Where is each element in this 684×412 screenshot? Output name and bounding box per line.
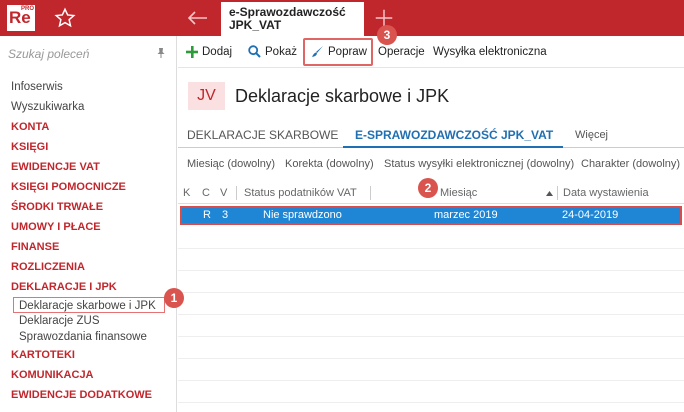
callout-badge-1: 1 bbox=[164, 288, 184, 308]
view-tabs: DEKLARACJE SKARBOWE E-SPRAWOZDAWCZOŚĆ JP… bbox=[178, 122, 684, 148]
column-separator bbox=[370, 186, 371, 200]
plus-icon bbox=[186, 46, 198, 58]
app-logo[interactable]: Re PRO bbox=[7, 5, 35, 31]
cell-v: 3 bbox=[222, 209, 229, 221]
cell-issue-date: 24-04-2019 bbox=[562, 209, 619, 221]
edit-button[interactable]: Popraw bbox=[311, 44, 367, 60]
empty-row bbox=[178, 271, 684, 293]
col-month[interactable]: Miesiąc bbox=[440, 187, 477, 199]
empty-row bbox=[178, 381, 684, 403]
sidebar-item-infoserwis[interactable]: Infoserwis bbox=[11, 77, 176, 97]
sidebar-item-komunikacja[interactable]: KOMUNIKACJA bbox=[11, 365, 176, 385]
page-header: JV Deklaracje skarbowe i JPK bbox=[178, 68, 684, 122]
sidebar-item-konta[interactable]: KONTA bbox=[11, 117, 176, 137]
add-button-label: Dodaj bbox=[202, 46, 233, 58]
filter-correction[interactable]: Korekta (dowolny) bbox=[285, 158, 374, 170]
col-v[interactable]: V bbox=[220, 187, 227, 199]
edit-button-label: Popraw bbox=[328, 46, 367, 58]
col-k[interactable]: K bbox=[183, 187, 190, 199]
col-c[interactable]: C bbox=[202, 187, 210, 199]
sort-ascending-icon[interactable] bbox=[546, 191, 553, 196]
column-separator bbox=[557, 186, 558, 200]
logo-badge: PRO bbox=[20, 6, 34, 12]
tab-jpk-vat[interactable]: E-SPRAWOZDAWCZOŚĆ JPK_VAT bbox=[355, 128, 553, 142]
module-badge: JV bbox=[188, 82, 225, 110]
search-icon bbox=[248, 45, 261, 58]
filter-bar: Miesiąc (dowolny) Korekta (dowolny) Stat… bbox=[178, 148, 684, 180]
filter-month[interactable]: Miesiąc (dowolny) bbox=[187, 158, 275, 170]
tab-more[interactable]: Więcej bbox=[575, 129, 608, 141]
page-title: Deklaracje skarbowe i JPK bbox=[235, 86, 450, 106]
callout-badge-3: 3 bbox=[377, 25, 397, 45]
sidebar-item-ksiegi[interactable]: KSIĘGI bbox=[11, 137, 176, 157]
filter-character[interactable]: Charakter (dowolny) bbox=[581, 158, 680, 170]
sidebar-item-srodki-trwale[interactable]: ŚRODKI TRWAŁE bbox=[11, 197, 176, 217]
sidebar-item-deklaracje-skarbowe-i-jpk[interactable]: Deklaracje skarbowe i JPK bbox=[13, 297, 165, 313]
sidebar-item-finanse[interactable]: FINANSE bbox=[11, 237, 176, 257]
sidebar-item-wyszukiwarka[interactable]: Wyszukiwarka bbox=[11, 97, 176, 117]
sidebar-item-umowy-i-place[interactable]: UMOWY I PŁACE bbox=[11, 217, 176, 237]
sidebar-item-ksiegi-pomocnicze[interactable]: KSIĘGI POMOCNICZE bbox=[11, 177, 176, 197]
empty-row bbox=[178, 315, 684, 337]
command-search-input[interactable]: Szukaj poleceń bbox=[8, 47, 89, 61]
empty-row bbox=[178, 293, 684, 315]
active-window-tab[interactable]: e-Sprawozdawczość JPK_VAT bbox=[221, 2, 364, 36]
empty-row bbox=[178, 249, 684, 271]
navigation-panel: Szukaj poleceń Infoserwis Wyszukiwarka KON… bbox=[0, 36, 177, 412]
brush-icon bbox=[312, 46, 323, 57]
sidebar-item-kartoteki[interactable]: KARTOTEKI bbox=[11, 345, 176, 365]
col-vat-status[interactable]: Status podatników VAT bbox=[244, 187, 357, 199]
sidebar-item-deklaracje-zus[interactable]: Deklaracje ZUS bbox=[11, 313, 176, 329]
add-button[interactable]: Dodaj bbox=[186, 44, 232, 60]
back-arrow-icon[interactable] bbox=[186, 6, 210, 30]
sidebar-item-rozliczenia[interactable]: ROZLICZENIA bbox=[11, 257, 176, 277]
sidebar-item-deklaracje-i-jpk[interactable]: DEKLARACJE I JPK bbox=[11, 277, 176, 297]
empty-row bbox=[178, 337, 684, 359]
toolbar: Dodaj Pokaż Popraw Operacje Wysyłka elek… bbox=[178, 36, 684, 68]
empty-row bbox=[178, 359, 684, 381]
show-button-label: Pokaż bbox=[265, 46, 297, 58]
filter-send-status[interactable]: Status wysyłki elektronicznej (dowolny) bbox=[384, 158, 574, 170]
callout-badge-2: 2 bbox=[418, 178, 438, 198]
tab-tax-declarations[interactable]: DEKLARACJE SKARBOWE bbox=[187, 128, 338, 142]
empty-row bbox=[178, 227, 684, 249]
column-separator bbox=[236, 186, 237, 200]
sidebar-item-sprawozdania-finansowe[interactable]: Sprawozdania finansowe bbox=[11, 329, 176, 345]
table-row[interactable]: R 3 Nie sprawdzono marzec 2019 24-04-201… bbox=[180, 206, 682, 225]
navigation-menu: Infoserwis Wyszukiwarka KONTA KSIĘGI EWIDENC… bbox=[11, 77, 176, 405]
sidebar-item-ewidencje-vat[interactable]: EWIDENCJE VAT bbox=[11, 157, 176, 177]
cell-c: R bbox=[203, 209, 211, 221]
sidebar-item-ewidencje-dodatkowe[interactable]: EWIDENCJE DODATKOWE bbox=[11, 385, 176, 405]
col-issue-date[interactable]: Data wystawienia bbox=[563, 187, 649, 199]
electronic-sending-menu[interactable]: Wysyłka elektroniczna bbox=[433, 44, 547, 60]
favorite-star-icon[interactable] bbox=[54, 7, 76, 29]
show-button[interactable]: Pokaż bbox=[248, 44, 297, 60]
top-bar: Re PRO e-Sprawozdawczość JPK_VAT bbox=[0, 0, 684, 36]
operations-menu[interactable]: Operacje bbox=[378, 44, 425, 60]
pin-icon[interactable] bbox=[155, 47, 167, 59]
cell-vat-status: Nie sprawdzono bbox=[263, 209, 342, 221]
cell-month: marzec 2019 bbox=[434, 209, 498, 221]
